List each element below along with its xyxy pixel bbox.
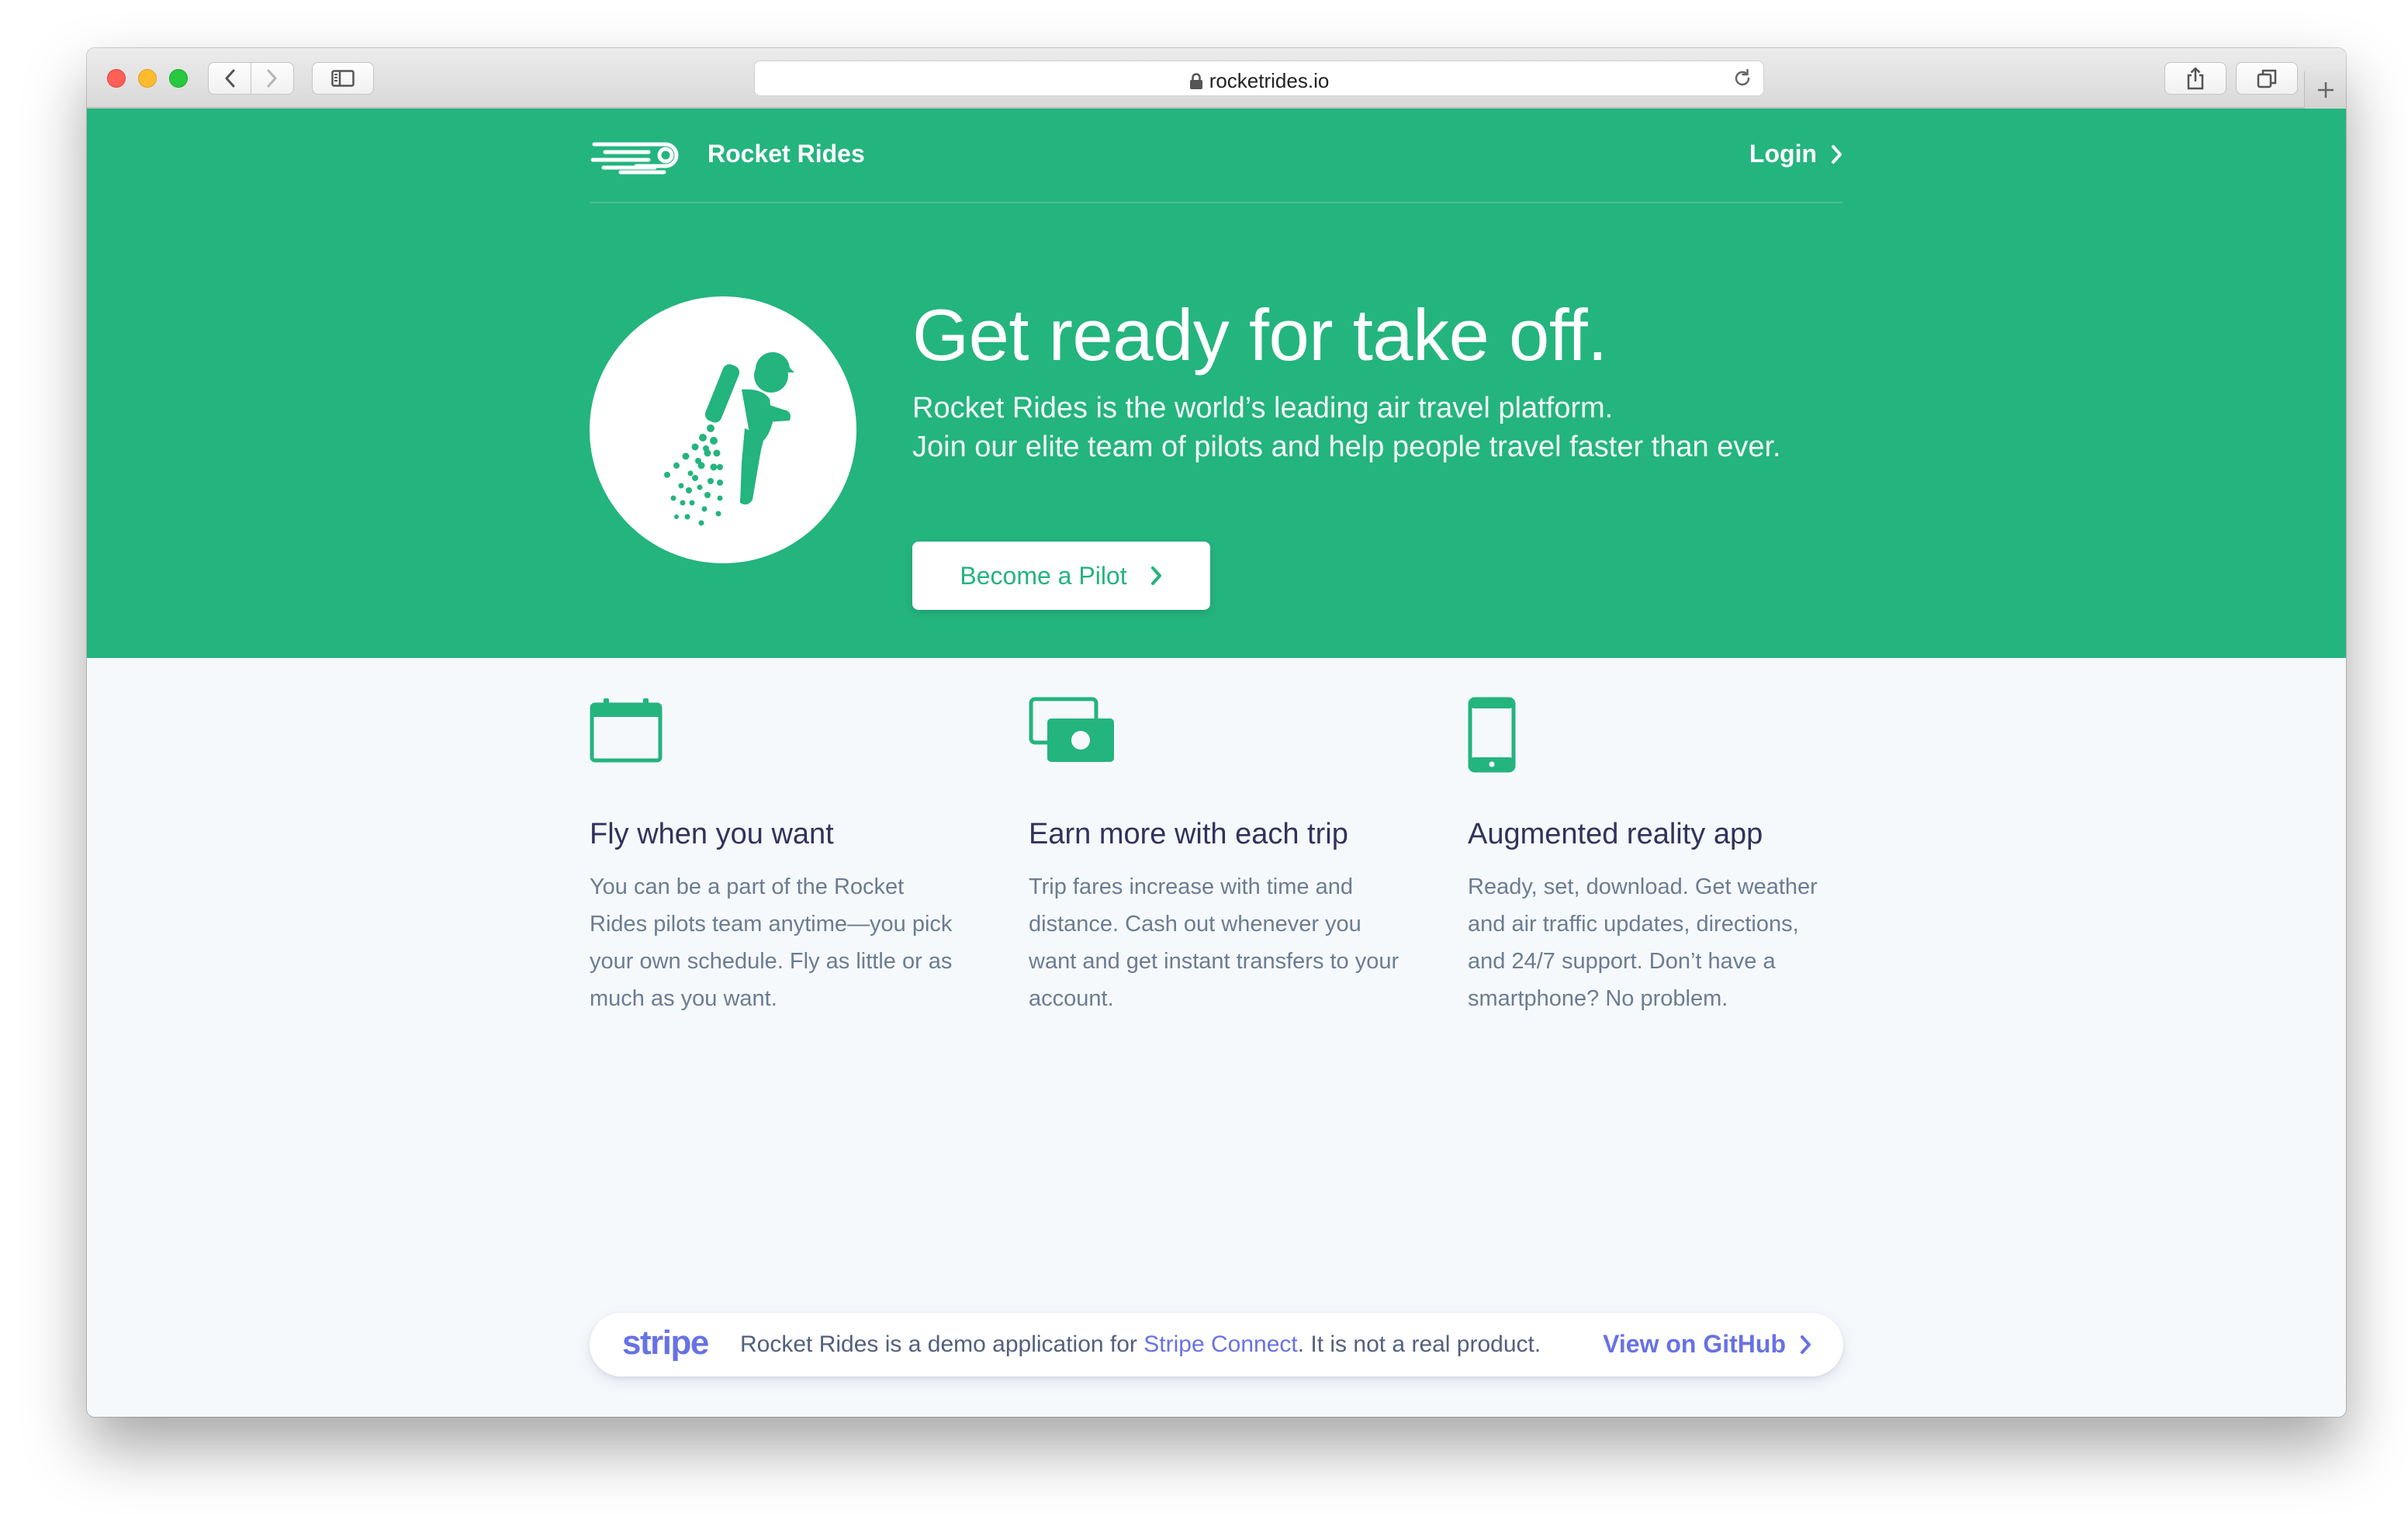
lock-icon	[1189, 73, 1202, 89]
feature-app: Augmented reality app Ready, set, downlo…	[1468, 697, 1840, 1017]
zoom-window-button[interactable]	[169, 69, 188, 88]
feature-icon-wrap	[1029, 697, 1401, 774]
smartphone-icon	[1468, 697, 1516, 773]
view-on-github-link[interactable]: View on GitHub	[1603, 1330, 1812, 1359]
feature-icon-wrap	[590, 697, 962, 774]
minimize-window-button[interactable]	[138, 69, 157, 88]
new-tab-button[interactable]	[2304, 71, 2346, 109]
tabs-icon	[2257, 69, 2277, 88]
money-icon	[1029, 697, 1114, 762]
feature-text: Ready, set, download. Get weather and ai…	[1468, 874, 1818, 1011]
chevron-left-icon	[225, 69, 235, 88]
banner-text-before: Rocket Rides is a demo application for	[740, 1331, 1144, 1357]
address-bar[interactable]: rocketrides.io	[754, 61, 1764, 96]
calendar-icon	[590, 698, 663, 763]
hero-subtitle: Rocket Rides is the world’s leading air …	[912, 389, 1921, 466]
site-header: Rocket Rides Login	[590, 109, 1843, 203]
sidebar-toggle-button[interactable]	[312, 62, 374, 95]
sidebar-icon	[331, 70, 355, 87]
banner-text: Rocket Rides is a demo application for S…	[740, 1331, 1541, 1358]
hero-title: Get ready for take off.	[912, 294, 1607, 376]
show-tabs-button[interactable]	[2236, 62, 2298, 95]
address-url: rocketrides.io	[1209, 69, 1330, 92]
back-button[interactable]	[208, 62, 251, 95]
pilot-illustration	[590, 296, 856, 563]
become-pilot-button[interactable]: Become a Pilot	[912, 542, 1210, 610]
hero-subtitle-line1: Rocket Rides is the world’s leading air …	[912, 392, 1614, 425]
feature-title: Augmented reality app	[1468, 818, 1763, 850]
stripe-demo-banner: stripe Rocket Rides is a demo applicatio…	[590, 1313, 1843, 1376]
login-label: Login	[1749, 140, 1817, 168]
address-text-wrap: rocketrides.io	[755, 69, 1763, 93]
chevron-right-icon	[1801, 1335, 1811, 1354]
hero-section: Rocket Rides Login Get ready for take of…	[87, 109, 2346, 658]
banner-text-after: . It is not a real product.	[1297, 1331, 1541, 1357]
feature-text: You can be a part of the Rocket Rides pi…	[590, 874, 953, 1011]
hero-subtitle-line2: Join our elite team of pilots and help p…	[912, 431, 1781, 464]
feature-title: Fly when you want	[590, 818, 834, 850]
share-button[interactable]	[2164, 62, 2226, 95]
brand-name[interactable]: Rocket Rides	[708, 140, 865, 168]
close-window-button[interactable]	[107, 69, 126, 88]
rocket-rides-logo-icon[interactable]	[590, 132, 687, 178]
chevron-right-icon	[267, 69, 277, 88]
stripe-connect-link[interactable]: Stripe Connect	[1143, 1331, 1297, 1357]
share-icon	[2187, 67, 2204, 90]
feature-earn: Earn more with each trip Trip fares incr…	[1029, 697, 1401, 1017]
jetpack-pilot-icon	[664, 351, 794, 526]
plus-icon	[2317, 82, 2334, 98]
reload-icon[interactable]	[1732, 68, 1752, 88]
forward-button[interactable]	[251, 62, 294, 95]
login-link[interactable]: Login	[1749, 140, 1843, 168]
hero-text: Get ready for take off. Rocket Rides is …	[912, 295, 1921, 466]
feature-fly: Fly when you want You can be a part of t…	[590, 697, 962, 1017]
feature-icon-wrap	[1468, 697, 1840, 774]
stripe-logo[interactable]: stripe	[622, 1324, 709, 1363]
chevron-right-icon	[1832, 144, 1842, 164]
browser-toolbar: rocketrides.io	[87, 48, 2346, 109]
browser-window: rocketrides.io Rocket Rides Login Get re…	[87, 48, 2346, 1417]
become-pilot-label: Become a Pilot	[960, 561, 1127, 590]
github-label: View on GitHub	[1603, 1330, 1786, 1358]
feature-title: Earn more with each trip	[1029, 818, 1348, 850]
chevron-right-icon	[1150, 566, 1161, 585]
feature-text: Trip fares increase with time and distan…	[1029, 874, 1399, 1011]
